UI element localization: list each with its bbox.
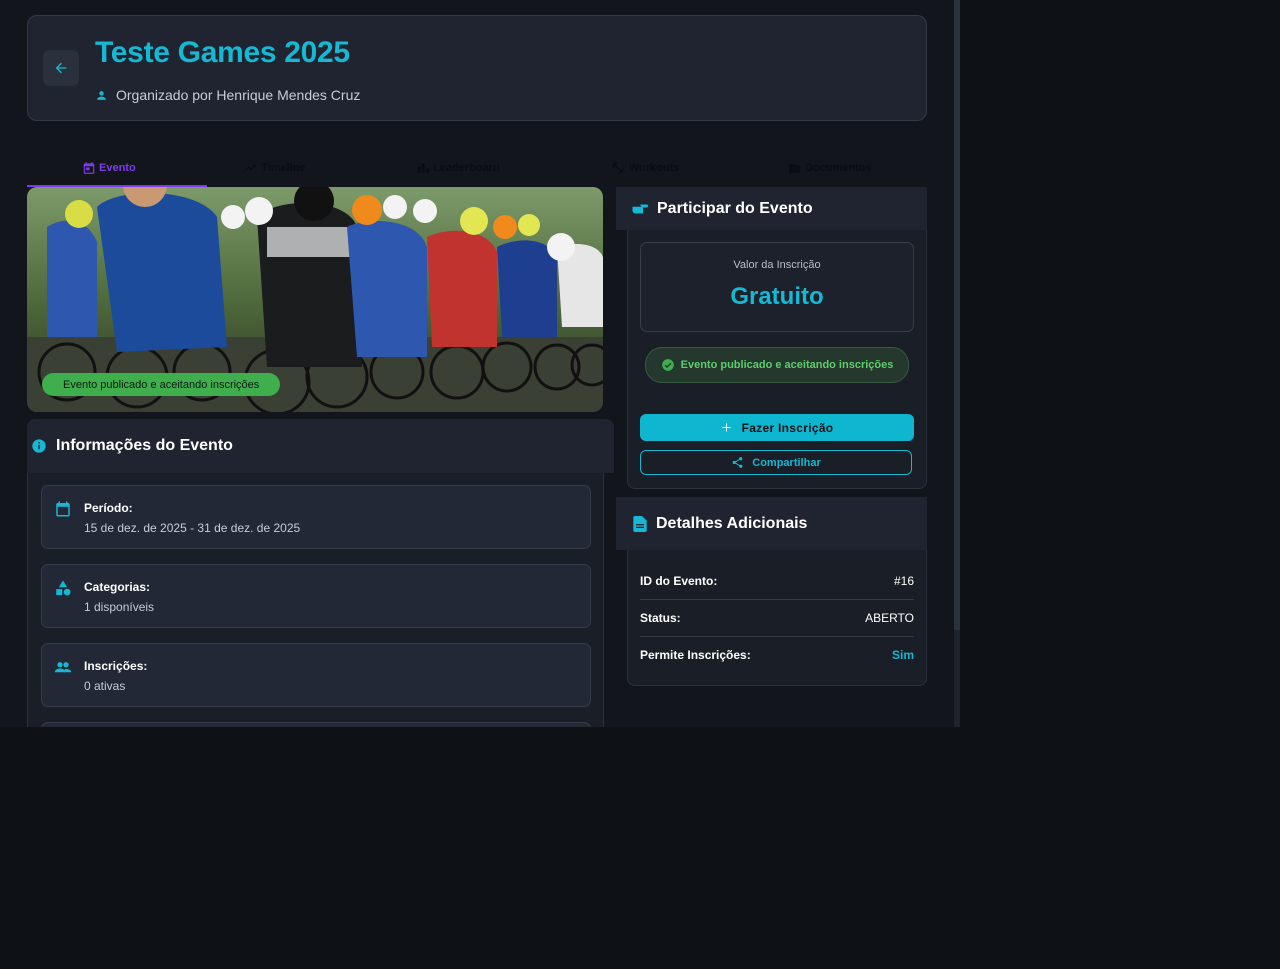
join-event-header: Participar do Evento xyxy=(616,187,927,230)
info-value: 15 de dez. de 2025 - 31 de dez. de 2025 xyxy=(84,521,301,535)
price-value: Gratuito xyxy=(730,283,824,310)
tab-label: Workouts xyxy=(629,162,680,174)
info-value: 0 ativas xyxy=(84,679,126,693)
page-scrollbar[interactable] xyxy=(954,0,960,727)
tab-timeline[interactable]: Timeline xyxy=(242,150,305,186)
event-title: Teste Games 2025 xyxy=(95,36,350,69)
tab-label: Timeline xyxy=(261,162,306,174)
category-icon xyxy=(56,580,71,596)
event-info-body: Período: 15 de dez. de 2025 - 31 de dez.… xyxy=(27,473,604,727)
info-item-inscricoes: Inscrições: 0 ativas xyxy=(41,643,591,707)
details-title: Detalhes Adicionais xyxy=(656,514,808,532)
detail-row-status: Status: ABERTO xyxy=(640,599,914,637)
detail-key: Status: xyxy=(640,610,681,625)
tab-label: Documentos xyxy=(805,162,872,174)
detail-key: Permite Inscrições: xyxy=(640,647,751,662)
person-icon xyxy=(97,90,106,100)
detail-row-permite: Permite Inscrições: Sim xyxy=(640,636,914,673)
check-circle-icon xyxy=(661,359,674,371)
details-header: Detalhes Adicionais xyxy=(616,497,927,550)
trending-icon xyxy=(244,164,256,172)
status-chip-text: Evento publicado e aceitando inscrições xyxy=(680,359,894,371)
registration-status-chip: Evento publicado e aceitando inscrições xyxy=(645,347,909,383)
info-label: Período: xyxy=(84,501,133,515)
hand-pointing-icon xyxy=(632,204,649,213)
document-icon xyxy=(633,515,647,532)
details-body: ID do Evento: #16 Status: ABERTO Permite… xyxy=(627,550,927,686)
register-button-label: Fazer Inscrição xyxy=(741,420,834,435)
event-info-panel: Informações do Evento Período: 15 de dez… xyxy=(27,419,614,727)
register-button[interactable]: Fazer Inscrição xyxy=(640,414,914,441)
organizer-text: Organizado por Henrique Mendes Cruz xyxy=(116,87,361,103)
info-value: 1 disponíveis xyxy=(84,600,155,614)
event-header: Teste Games 2025 Organizado por Henrique… xyxy=(27,15,927,121)
price-box: Valor da Inscrição Gratuito xyxy=(640,242,914,332)
arrow-left-icon xyxy=(55,62,67,74)
info-icon xyxy=(32,439,46,453)
share-icon xyxy=(732,457,743,468)
event-banner: Evento publicado e aceitando inscrições xyxy=(27,187,603,412)
detail-key: ID do Evento: xyxy=(640,573,718,588)
banner-status-badge: Evento publicado e aceitando inscrições xyxy=(42,373,281,396)
bar-chart-icon xyxy=(417,163,429,174)
event-tabs: Evento Timeline Leaderboard Workouts Doc… xyxy=(27,150,925,187)
price-label: Valor da Inscrição xyxy=(733,259,821,271)
join-event-panel: Participar do Evento Valor da Inscrição … xyxy=(616,187,927,490)
detail-value: ABERTO xyxy=(865,610,914,625)
detail-row-id: ID do Evento: #16 xyxy=(640,562,914,600)
join-event-body: Valor da Inscrição Gratuito Evento publi… xyxy=(627,230,927,489)
detail-value: #16 xyxy=(893,573,914,588)
fitness-icon xyxy=(612,162,624,174)
people-icon xyxy=(54,662,72,673)
join-event-title: Participar do Evento xyxy=(657,199,813,217)
tab-leaderboard[interactable]: Leaderboard xyxy=(416,150,500,186)
scrollbar-thumb[interactable] xyxy=(954,0,960,630)
event-info-title: Informações do Evento xyxy=(56,437,233,454)
info-item-periodo: Período: 15 de dez. de 2025 - 31 de dez.… xyxy=(41,485,591,549)
share-button[interactable]: Compartilhar xyxy=(640,450,912,475)
calendar-icon xyxy=(56,501,70,517)
back-button[interactable] xyxy=(43,50,79,86)
tab-workouts[interactable]: Workouts xyxy=(610,150,680,186)
info-label: Categorias: xyxy=(84,580,151,594)
info-item-categorias: Categorias: 1 disponíveis xyxy=(41,564,591,628)
folder-icon xyxy=(789,163,800,173)
organizer-line: Organizado por Henrique Mendes Cruz xyxy=(95,87,360,103)
tab-label: Leaderboard xyxy=(433,162,500,174)
detail-value: Sim xyxy=(891,647,914,662)
plus-icon xyxy=(721,423,731,432)
info-label: Inscrições: xyxy=(84,659,148,673)
tab-label: Evento xyxy=(99,162,136,174)
tab-evento[interactable]: Evento xyxy=(82,150,136,186)
event-info-header: Informações do Evento xyxy=(27,419,614,473)
info-item-partial xyxy=(41,722,591,727)
tab-documentos[interactable]: Documentos xyxy=(787,150,872,186)
calendar-icon xyxy=(83,162,95,174)
app-frame: Teste Games 2025 Organizado por Henrique… xyxy=(0,0,960,727)
share-button-label: Compartilhar xyxy=(752,456,821,469)
details-panel: Detalhes Adicionais ID do Evento: #16 St… xyxy=(616,497,927,687)
